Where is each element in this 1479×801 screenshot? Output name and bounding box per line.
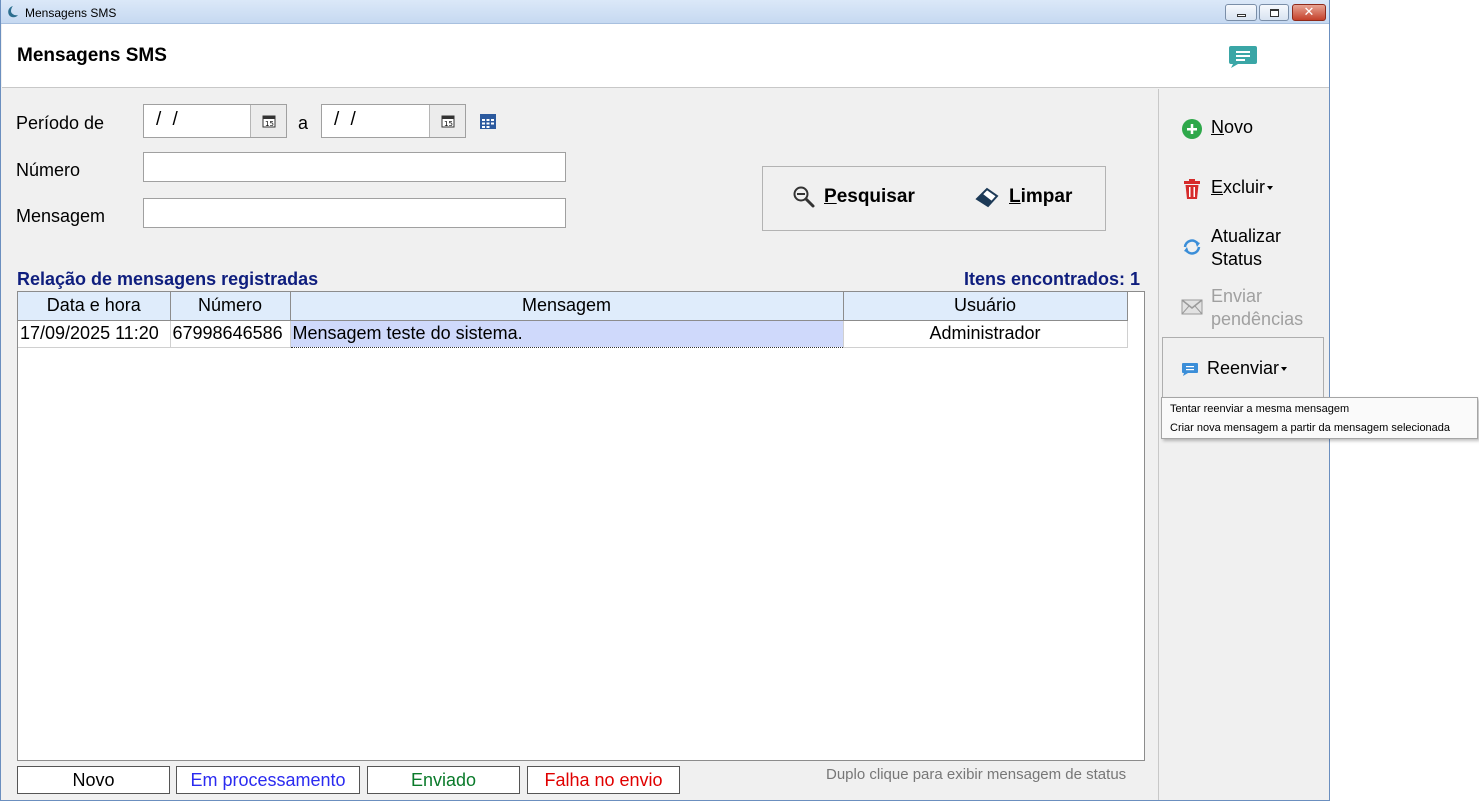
maximize-button[interactable] (1259, 4, 1289, 21)
enviar-label-line2: pendências (1211, 309, 1304, 329)
table-header-row: Data e hora Número Mensagem Usuário (18, 292, 1128, 321)
legend-falha: Falha no envio (527, 766, 680, 794)
novo-label: ovo (1224, 117, 1254, 137)
restore-icon (1269, 8, 1279, 17)
message-label: Mensagem (16, 206, 106, 226)
excluir-label-accel: E (1211, 177, 1224, 197)
page-title: Mensagens SMS (17, 45, 167, 66)
reenviar-button-frame: Reenviar (1162, 337, 1324, 399)
date-to-field[interactable]: / / 15 (321, 104, 466, 138)
app-window: Mensagens SMS ✕ Mensagens SMS Período de… (0, 0, 1330, 801)
close-icon: ✕ (1303, 5, 1315, 20)
date-from-field[interactable]: / / 15 (143, 104, 287, 138)
date-from-picker-button[interactable]: 15 (250, 105, 286, 137)
clear-label-accel: L (1009, 186, 1021, 207)
menu-item-new-from-selected[interactable]: Criar nova mensagem a partir da mensagem… (1170, 422, 1450, 434)
calendar-range-icon[interactable] (479, 112, 497, 130)
number-label: Número (16, 160, 81, 180)
cell-number[interactable]: 67998646586 (169, 319, 291, 348)
messages-table: Data e hora Número Mensagem Usuário 17/0… (18, 292, 1128, 348)
status-hint: Duplo clique para exibir mensagem de sta… (826, 766, 1127, 783)
list-title: Relação de mensagens registradas (17, 269, 319, 289)
search-icon (793, 186, 815, 208)
trash-icon (1184, 179, 1200, 199)
envelope-icon (1181, 299, 1203, 315)
minimize-icon (1236, 14, 1246, 17)
enviar-pendencias-button[interactable]: Enviar pendências (1181, 285, 1303, 331)
svg-text:15: 15 (444, 120, 453, 128)
novo-button[interactable]: Novo (1181, 117, 1253, 140)
calendar-icon: 15 (262, 115, 275, 128)
search-label-accel: P (824, 186, 837, 207)
menu-item-retry-same[interactable]: Tentar reenviar a mesma mensagem (1170, 403, 1349, 415)
search-label: esquisar (836, 186, 915, 207)
atualizar-label-line1: Atualizar (1211, 226, 1282, 246)
message-field[interactable] (143, 198, 566, 228)
refresh-icon (1183, 239, 1201, 255)
excluir-button[interactable]: Excluir (1181, 177, 1274, 200)
clear-label: impar (1020, 186, 1073, 207)
minimize-button[interactable] (1225, 4, 1257, 21)
page-header: Mensagens SMS (2, 24, 1329, 88)
to-label: a (298, 113, 309, 133)
search-button[interactable]: Pesquisar (792, 185, 915, 209)
cell-message[interactable]: Mensagem teste do sistema. (289, 319, 844, 348)
title-bar: Mensagens SMS ✕ (1, 0, 1329, 24)
chevron-down-icon (1267, 186, 1274, 191)
eraser-icon (975, 187, 999, 208)
close-button[interactable]: ✕ (1292, 4, 1326, 21)
legend-novo: Novo (17, 766, 170, 794)
date-from-value: / / (156, 109, 181, 130)
clear-button[interactable]: Limpar (975, 185, 1072, 209)
period-label: Período de (16, 113, 105, 133)
legend-enviado: Enviado (367, 766, 520, 794)
column-header-datetime[interactable]: Data e hora (18, 292, 171, 321)
reenviar-dropdown-menu: Tentar reenviar a mesma mensagem Criar n… (1161, 397, 1478, 439)
reenviar-button[interactable]: Reenviar (1181, 358, 1288, 379)
search-panel: Pesquisar Limpar (762, 166, 1106, 231)
novo-label-accel: N (1211, 117, 1224, 137)
legend-em-processamento: Em processamento (176, 766, 360, 794)
plus-circle-icon (1182, 119, 1202, 139)
column-header-message[interactable]: Mensagem (289, 292, 844, 321)
calendar-icon: 15 (441, 115, 454, 128)
chevron-down-icon (1281, 367, 1288, 372)
excluir-label: xcluir (1223, 177, 1266, 197)
number-field[interactable] (143, 152, 566, 182)
svg-text:15: 15 (265, 120, 274, 128)
table-row[interactable]: 17/09/2025 11:20 67998646586 Mensagem te… (18, 319, 1128, 348)
message-icon (1229, 46, 1257, 68)
column-header-user[interactable]: Usuário (842, 292, 1128, 321)
atualizar-label-line2: Status (1211, 249, 1263, 269)
messages-grid[interactable]: Data e hora Número Mensagem Usuário 17/0… (17, 291, 1145, 761)
cell-user[interactable]: Administrador (842, 319, 1128, 348)
sms-app-icon (8, 6, 18, 18)
actions-sidebar: Novo Excluir Atualizar Status Enviar pendê… (1158, 89, 1329, 800)
enviar-label-line1: Enviar (1211, 286, 1263, 306)
date-to-value: / / (334, 109, 359, 130)
date-to-picker-button[interactable]: 15 (429, 105, 465, 137)
message-icon (1182, 363, 1198, 376)
atualizar-status-button[interactable]: Atualizar Status (1181, 225, 1281, 271)
items-count: Itens encontrados: 1 (963, 269, 1140, 289)
window-title: Mensagens SMS (25, 6, 117, 20)
cell-datetime[interactable]: 17/09/2025 11:20 (18, 319, 171, 348)
column-header-number[interactable]: Número (169, 292, 291, 321)
reenviar-label: Reenviar (1207, 358, 1280, 378)
